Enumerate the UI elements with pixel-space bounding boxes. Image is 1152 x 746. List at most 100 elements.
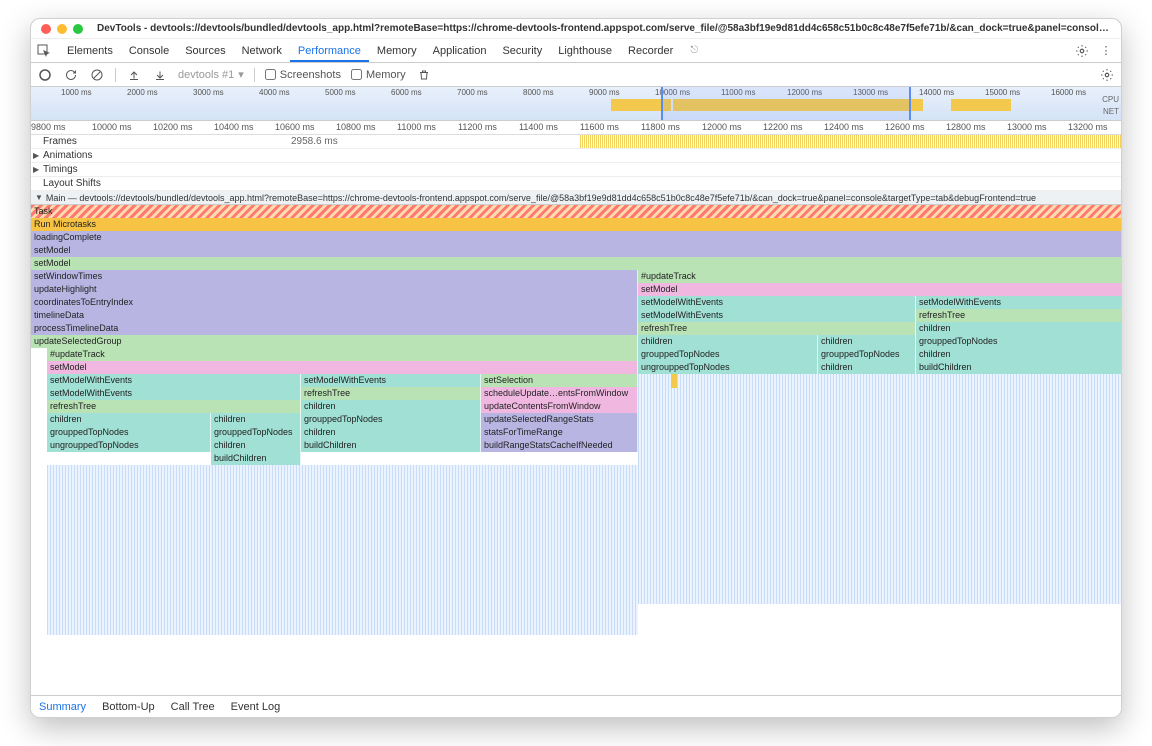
more-icon[interactable]: ⋮	[1097, 44, 1115, 57]
flame-entry[interactable]: setModel	[638, 283, 1121, 296]
flame-entry[interactable]: setModelWithEvents	[916, 296, 1121, 309]
flame-entry[interactable]: buildRangeStatsCacheIfNeeded	[481, 439, 638, 452]
flame-entry[interactable]: buildChildren	[916, 361, 1121, 374]
close-icon[interactable]	[41, 24, 51, 34]
upload-icon[interactable]	[126, 67, 142, 83]
trash-icon[interactable]	[416, 67, 432, 83]
flame-entry[interactable]: refreshTree	[638, 322, 916, 335]
details-tab-bottom-up[interactable]: Bottom-Up	[102, 701, 155, 713]
settings-gear-icon[interactable]	[1099, 67, 1115, 83]
tab-recorder[interactable]: Recorder	[620, 41, 681, 61]
flame-entry[interactable]: grouppedTopNodes	[818, 348, 916, 361]
ruler-tick: 12000 ms	[702, 122, 742, 132]
details-tab-event-log[interactable]: Event Log	[231, 701, 281, 713]
flame-entry[interactable]: setModel	[31, 244, 1121, 257]
tab-console[interactable]: Console	[121, 41, 177, 61]
tab-security[interactable]: Security	[494, 41, 550, 61]
chevron-down-icon: ▾	[238, 68, 244, 81]
timings-track[interactable]: ▶Timings	[31, 163, 1121, 177]
flame-entry[interactable]: grouppedTopNodes	[638, 348, 818, 361]
clear-icon[interactable]	[89, 67, 105, 83]
flame-entry[interactable]: setModel	[47, 361, 638, 374]
ruler-tick: 11400 ms	[519, 122, 558, 132]
flame-entry[interactable]: updateContentsFromWindow	[481, 400, 638, 413]
flame-entry[interactable]: children	[211, 439, 301, 452]
flame-entry[interactable]: buildChildren	[211, 452, 301, 465]
details-tab-call-tree[interactable]: Call Tree	[171, 701, 215, 713]
flame-entry[interactable]: setModelWithEvents	[638, 296, 916, 309]
flame-entry[interactable]: scheduleUpdate…entsFromWindow	[481, 387, 638, 400]
flame-entry[interactable]: refreshTree	[47, 400, 301, 413]
flame-entry[interactable]: updateSelectedGroup	[31, 335, 638, 348]
maximize-icon[interactable]	[73, 24, 83, 34]
flame-entry[interactable]: children	[47, 413, 211, 426]
flame-entry[interactable]: children	[916, 322, 1121, 335]
flame-entry[interactable]: setModelWithEvents	[47, 387, 301, 400]
flame-entry[interactable]: refreshTree	[916, 309, 1121, 322]
flame-entry[interactable]: grouppedTopNodes	[301, 413, 481, 426]
titlebar: DevTools - devtools://devtools/bundled/d…	[31, 19, 1121, 39]
flame-entry[interactable]: updateHighlight	[31, 283, 638, 296]
track-list: Frames 2958.6 ms ▶Animations ▶Timings La…	[31, 135, 1121, 191]
perf-toolbar: devtools #1▾ Screenshots Memory	[31, 63, 1121, 87]
memory-checkbox[interactable]: Memory	[351, 69, 406, 81]
flame-entry[interactable]: children	[301, 400, 481, 413]
flame-entry[interactable]: setSelection	[481, 374, 638, 387]
reload-icon[interactable]	[63, 67, 79, 83]
details-tab-summary[interactable]: Summary	[39, 701, 86, 713]
tab-lighthouse[interactable]: Lighthouse	[550, 41, 620, 61]
main-thread-header[interactable]: ▼ Main — devtools://devtools/bundled/dev…	[31, 191, 1121, 205]
flame-entry[interactable]: #updateTrack	[638, 270, 1121, 283]
settings-icon[interactable]	[1075, 44, 1093, 58]
flame-entry[interactable]: grouppedTopNodes	[916, 335, 1121, 348]
flame-chart[interactable]: TaskRun MicrotasksloadingCompletesetMode…	[31, 205, 1121, 695]
tab-memory[interactable]: Memory	[369, 41, 425, 61]
flame-entry[interactable]: processTimelineData	[31, 322, 638, 335]
flame-entry[interactable]: ungrouppedTopNodes	[638, 361, 818, 374]
flame-entry[interactable]: timelineData	[31, 309, 638, 322]
flame-entry[interactable]: ungrouppedTopNodes	[47, 439, 211, 452]
profile-selector[interactable]: devtools #1▾	[178, 68, 244, 81]
minimize-icon[interactable]	[57, 24, 67, 34]
flame-entry[interactable]: setModelWithEvents	[638, 309, 916, 322]
flame-entry[interactable]: children	[211, 413, 301, 426]
screenshots-checkbox[interactable]: Screenshots	[265, 69, 341, 81]
flame-entry[interactable]: Task	[31, 205, 1121, 218]
flame-entry[interactable]: children	[301, 426, 481, 439]
record-icon[interactable]	[37, 67, 53, 83]
time-ruler[interactable]: 9800 ms10000 ms10200 ms10400 ms10600 ms1…	[31, 121, 1121, 135]
flame-entry[interactable]: setWindowTimes	[31, 270, 638, 283]
flame-entry[interactable]: updateSelectedRangeStats	[481, 413, 638, 426]
tab-network[interactable]: Network	[234, 41, 290, 61]
flame-entry[interactable]: coordinatesToEntryIndex	[31, 296, 638, 309]
flame-entry[interactable]: Run Microtasks	[31, 218, 1121, 231]
tab-elements[interactable]: Elements	[59, 41, 121, 61]
flame-marker	[671, 374, 677, 388]
flame-entry[interactable]: loadingComplete	[31, 231, 1121, 244]
tab-performance[interactable]: Performance	[290, 41, 369, 62]
window-title: DevTools - devtools://devtools/bundled/d…	[97, 23, 1111, 34]
flame-entry[interactable]: grouppedTopNodes	[47, 426, 211, 439]
flame-entry[interactable]: children	[916, 348, 1121, 361]
flame-entry[interactable]: setModelWithEvents	[47, 374, 301, 387]
download-icon[interactable]	[152, 67, 168, 83]
layout-shifts-track[interactable]: Layout Shifts	[31, 177, 1121, 191]
flame-entry[interactable]: statsForTimeRange	[481, 426, 638, 439]
flame-entry[interactable]: setModelWithEvents	[301, 374, 481, 387]
timeline-overview[interactable]: 1000 ms2000 ms3000 ms4000 ms5000 ms6000 …	[31, 87, 1121, 121]
animations-track[interactable]: ▶Animations	[31, 149, 1121, 163]
flame-entry[interactable]: refreshTree	[301, 387, 481, 400]
flame-entry[interactable]: children	[818, 361, 916, 374]
flame-entry[interactable]: setModel	[31, 257, 1121, 270]
ruler-tick: 11600 ms	[580, 122, 619, 132]
tab-application[interactable]: Application	[425, 41, 495, 61]
inspect-icon[interactable]	[37, 44, 55, 58]
flame-entry[interactable]: children	[818, 335, 916, 348]
flame-entry[interactable]: grouppedTopNodes	[211, 426, 301, 439]
flame-entry[interactable]: children	[638, 335, 818, 348]
tab-sources[interactable]: Sources	[177, 41, 233, 61]
collapse-icon[interactable]: ▼	[35, 193, 43, 202]
frames-track[interactable]: Frames 2958.6 ms	[31, 135, 1121, 149]
flame-entry[interactable]: #updateTrack	[47, 348, 638, 361]
flame-entry[interactable]: buildChildren	[301, 439, 481, 452]
